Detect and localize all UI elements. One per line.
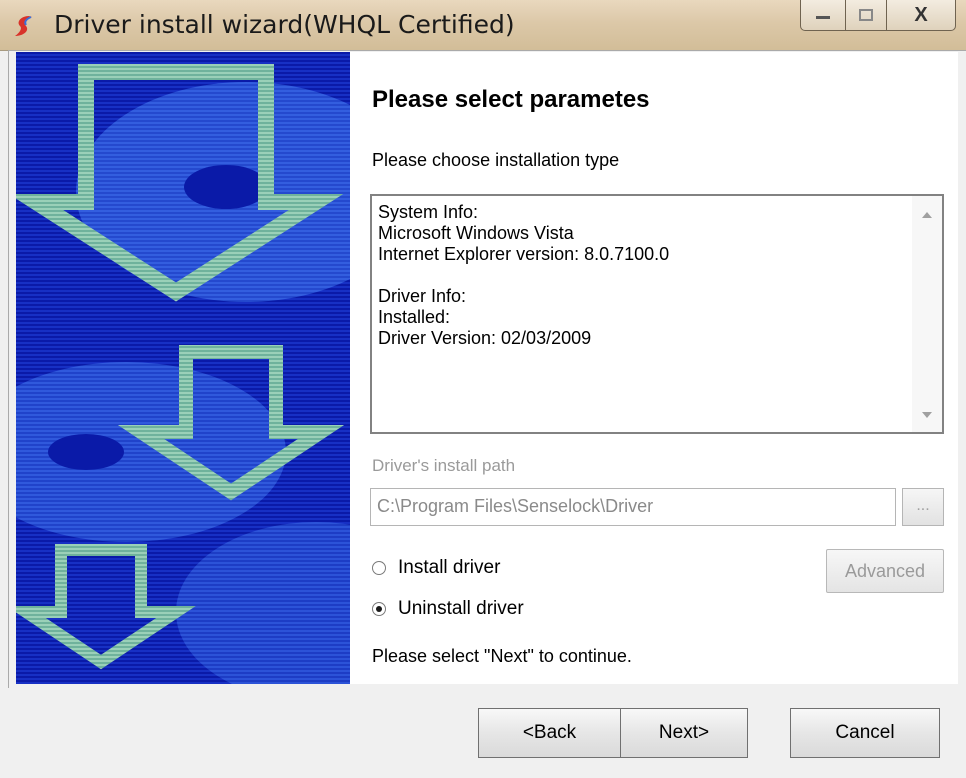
system-info-textbox[interactable]: System Info: Microsoft Windows Vista Int… [370, 194, 944, 434]
page-title: Please select parametes [372, 86, 650, 113]
back-button[interactable]: <Back [478, 708, 620, 758]
continue-instruction: Please select "Next" to continue. [372, 646, 632, 666]
disc-hole [48, 434, 124, 470]
window-controls: X [800, 0, 956, 31]
banner-artwork [16, 52, 350, 684]
page-subtitle: Please choose installation type [372, 150, 620, 170]
install-driver-radio[interactable] [372, 561, 386, 575]
uninstall-driver-radio[interactable] [372, 602, 386, 616]
info-line: Microsoft Windows Vista [378, 223, 574, 243]
scroll-up-icon[interactable] [922, 212, 932, 218]
next-button[interactable]: Next> [620, 708, 748, 758]
app-logo-icon [15, 16, 32, 36]
scroll-down-icon[interactable] [922, 412, 932, 418]
button-bar: <Back Next> Cancel [0, 688, 966, 778]
vertical-scrollbar[interactable] [912, 196, 942, 432]
title-bar[interactable]: Driver install wizard(WHQL Certified) X [0, 0, 966, 51]
browse-button[interactable]: ... [902, 488, 944, 526]
maximize-button[interactable] [846, 0, 887, 31]
close-icon: X [914, 3, 928, 26]
uninstall-driver-option[interactable]: Uninstall driver [372, 598, 524, 620]
window-title: Driver install wizard(WHQL Certified) [54, 10, 515, 39]
system-info-text: System Info: Microsoft Windows Vista Int… [378, 202, 908, 349]
maximize-icon [859, 9, 873, 21]
info-line [378, 265, 908, 286]
close-button[interactable]: X [887, 0, 956, 31]
install-driver-option[interactable]: Install driver [372, 557, 500, 579]
uninstall-driver-label: Uninstall driver [398, 598, 524, 619]
minimize-icon [816, 16, 830, 19]
installer-window: Driver install wizard(WHQL Certified) X [0, 0, 966, 778]
install-path-label: Driver's install path [372, 456, 516, 475]
install-path-input[interactable]: C:\Program Files\Senselock\Driver [370, 488, 896, 526]
info-line: Internet Explorer version: 8.0.7100.0 [378, 244, 670, 264]
info-line: Installed: [378, 307, 451, 327]
advanced-button[interactable]: Advanced [826, 549, 944, 593]
install-driver-label: Install driver [398, 557, 501, 578]
info-line: Driver Info: [378, 286, 467, 306]
info-line: Driver Version: 02/03/2009 [378, 328, 592, 348]
minimize-button[interactable] [800, 0, 846, 31]
wizard-banner-image [16, 52, 350, 684]
cancel-button[interactable]: Cancel [790, 708, 940, 758]
disc-hole [184, 165, 268, 209]
wizard-content: Please select parametes Please choose in… [350, 52, 958, 684]
info-line: System Info: [378, 202, 479, 222]
